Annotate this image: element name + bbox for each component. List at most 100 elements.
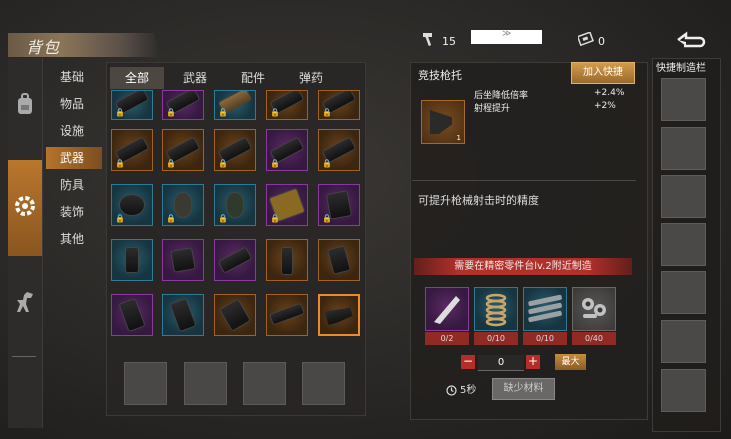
- material-plate[interactable]: [425, 287, 469, 331]
- lock-icon: 🔒: [115, 108, 125, 117]
- item-name: 竞技枪托: [418, 69, 462, 82]
- grid-item[interactable]: 🔒: [111, 90, 153, 120]
- tab-ammo[interactable]: 弹药: [286, 67, 336, 89]
- tab-all[interactable]: 全部: [110, 67, 164, 89]
- grid-item[interactable]: 🔒: [111, 129, 153, 171]
- grid-item[interactable]: [111, 294, 153, 336]
- grid-item[interactable]: [266, 294, 308, 336]
- ticket-icon: [576, 31, 594, 50]
- hammer-icon: [421, 31, 437, 51]
- grid-item[interactable]: 🔒: [318, 129, 360, 171]
- stat-label: 射程提升: [474, 104, 511, 114]
- material-count: 0/2: [425, 332, 469, 345]
- page-title: 背包: [26, 38, 61, 57]
- craft-button[interactable]: 缺少材料: [492, 378, 555, 400]
- stat-value: +2%: [594, 101, 616, 111]
- gear-icon[interactable]: [10, 193, 40, 223]
- category-weapons[interactable]: 武器: [46, 147, 102, 169]
- currency-dropdown[interactable]: ≫: [471, 29, 542, 44]
- plate-icon: [434, 296, 460, 324]
- tab-attachments[interactable]: 配件: [228, 67, 278, 89]
- lock-icon: 🔒: [115, 214, 125, 223]
- grid-item[interactable]: 🔒: [266, 184, 308, 226]
- empty-slot[interactable]: [184, 362, 227, 405]
- grid-item[interactable]: 🔒: [111, 184, 153, 226]
- grid-item[interactable]: [214, 239, 256, 281]
- category-decor[interactable]: 装饰: [46, 201, 102, 223]
- item-description: 可提升枪械射击时的精度: [418, 194, 539, 207]
- stock-icon: [430, 110, 452, 134]
- quick-craft-slot[interactable]: [661, 271, 706, 314]
- grid-item[interactable]: 🔒: [214, 129, 256, 171]
- back-arrow-icon: [677, 31, 706, 48]
- grid-item[interactable]: 🔒: [266, 90, 308, 120]
- lock-icon: 🔒: [270, 214, 280, 223]
- add-quick-button[interactable]: 加入快捷: [571, 62, 635, 84]
- increase-button[interactable]: +: [526, 355, 540, 369]
- grid-item[interactable]: 🔒: [214, 90, 256, 120]
- decrease-button[interactable]: −: [461, 355, 475, 369]
- grid-item[interactable]: 🔒: [318, 90, 360, 120]
- lock-icon: 🔒: [322, 214, 332, 223]
- category-armor[interactable]: 防具: [46, 174, 102, 196]
- clock-icon: [446, 381, 457, 400]
- category-items[interactable]: 物品: [46, 93, 102, 115]
- stat-label: 后坐降低倍率: [474, 91, 529, 101]
- material-count: 0/40: [572, 332, 616, 345]
- pipe-icon: [528, 294, 562, 323]
- quick-craft-slot[interactable]: [661, 175, 706, 218]
- grid-item[interactable]: 🔒: [214, 184, 256, 226]
- lock-icon: 🔒: [218, 214, 228, 223]
- lock-icon: 🔒: [270, 108, 280, 117]
- grid-item-selected[interactable]: [318, 294, 360, 336]
- quantity-field[interactable]: 0: [478, 355, 524, 371]
- category-other[interactable]: 其他: [46, 228, 102, 250]
- item-preview: 1: [421, 100, 465, 144]
- quick-craft-slot[interactable]: [661, 320, 706, 363]
- tab-weapons[interactable]: 武器: [170, 67, 220, 89]
- item-count: 1: [456, 134, 461, 142]
- grid-item[interactable]: [214, 294, 256, 336]
- lock-icon: 🔒: [166, 214, 176, 223]
- grid-item[interactable]: [162, 239, 204, 281]
- stat-value: +2.4%: [594, 88, 625, 98]
- material-count: 0/10: [523, 332, 567, 345]
- chevron-down-icon: ≫: [502, 29, 512, 39]
- dinosaur-icon[interactable]: [10, 290, 40, 320]
- requirement-banner: 需要在精密零件台lv.2附近制造: [414, 258, 632, 275]
- grid-item[interactable]: 🔒: [162, 184, 204, 226]
- lock-icon: 🔒: [166, 108, 176, 117]
- empty-slot[interactable]: [302, 362, 345, 405]
- quick-craft-slot[interactable]: [661, 78, 706, 121]
- quick-craft-slot[interactable]: [661, 369, 706, 412]
- grid-item[interactable]: [266, 239, 308, 281]
- grid-item[interactable]: [162, 294, 204, 336]
- lock-icon: 🔒: [115, 159, 125, 168]
- grid-item[interactable]: 🔒: [162, 129, 204, 171]
- grid-item[interactable]: 🔒: [162, 90, 204, 120]
- max-button[interactable]: 最大: [555, 354, 586, 370]
- back-button[interactable]: [670, 30, 710, 50]
- lock-icon: 🔒: [270, 159, 280, 168]
- material-pipe[interactable]: [523, 287, 567, 331]
- material-spring[interactable]: [474, 287, 518, 331]
- lock-icon: 🔒: [218, 159, 228, 168]
- category-facilities[interactable]: 设施: [46, 120, 102, 142]
- quick-craft-slot[interactable]: [661, 127, 706, 170]
- grid-item[interactable]: 🔒: [318, 184, 360, 226]
- hammer-count: 15: [442, 35, 456, 48]
- ticket-count: 0: [598, 35, 605, 48]
- backpack-icon[interactable]: [10, 92, 40, 122]
- grid-item[interactable]: 🔒: [266, 129, 308, 171]
- material-bolts[interactable]: [572, 287, 616, 331]
- grid-item[interactable]: [111, 239, 153, 281]
- quick-craft-title: 快捷制造栏: [656, 63, 706, 74]
- empty-slot[interactable]: [243, 362, 286, 405]
- material-count: 0/10: [474, 332, 518, 345]
- bolts-icon: [582, 298, 606, 318]
- lock-icon: 🔒: [166, 159, 176, 168]
- empty-slot[interactable]: [124, 362, 167, 405]
- category-basic[interactable]: 基础: [46, 66, 102, 88]
- grid-item[interactable]: [318, 239, 360, 281]
- quick-craft-slot[interactable]: [661, 223, 706, 266]
